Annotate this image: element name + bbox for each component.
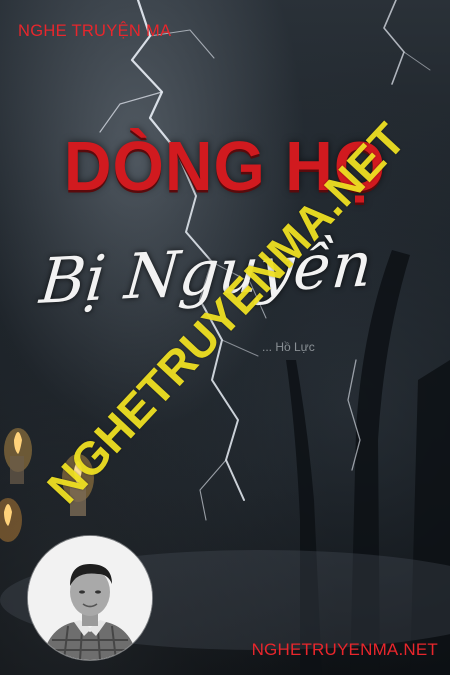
author-credit: ... Hồ Lực xyxy=(262,340,315,354)
brand-header: NGHE TRUYỆN MA xyxy=(18,22,172,40)
person-portrait-icon xyxy=(28,536,152,660)
narrator-avatar xyxy=(28,536,152,660)
brand-footer: NGHETRUYENMA.NET xyxy=(251,640,438,659)
book-cover: NGHE TRUYỆN MA DÒNG HỌ Bị Nguyền ... Hồ … xyxy=(0,0,450,675)
